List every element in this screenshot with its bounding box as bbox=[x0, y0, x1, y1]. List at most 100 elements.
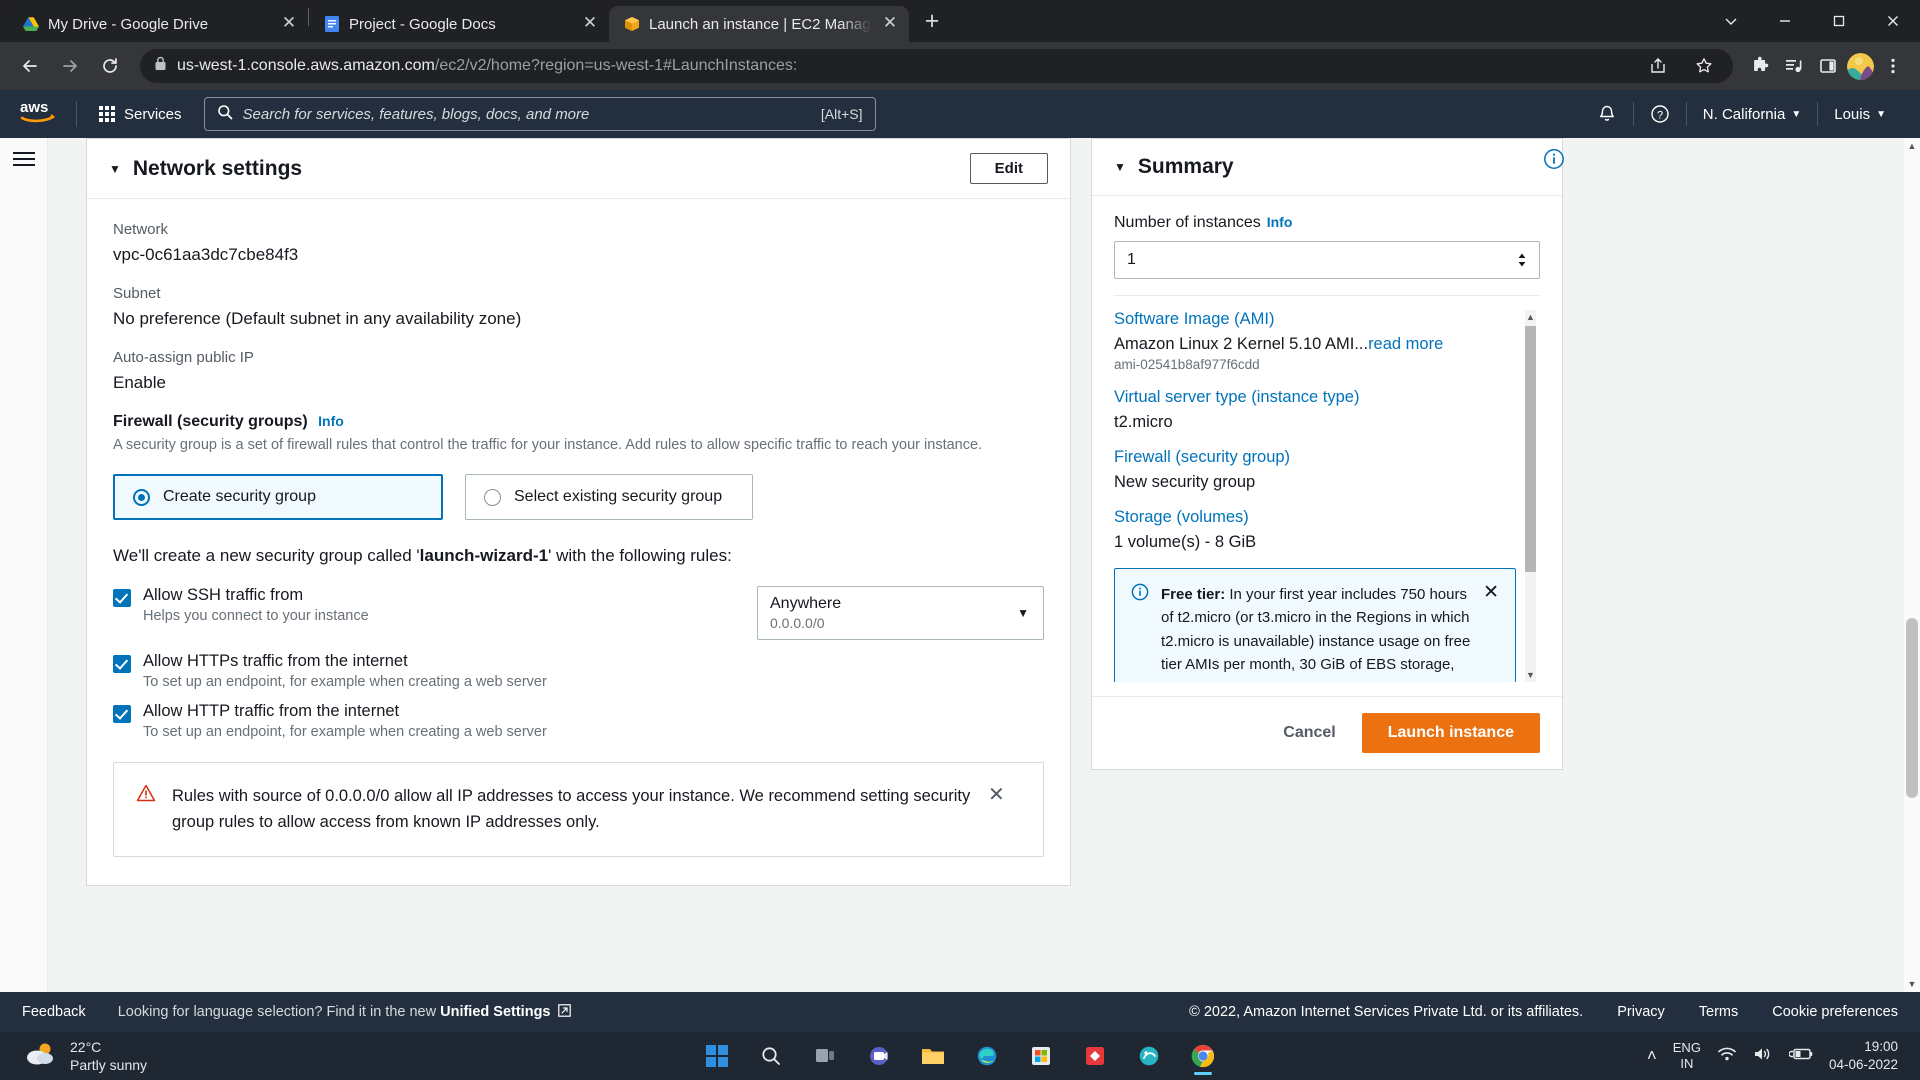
summary-link-storage[interactable]: Storage (volumes) bbox=[1114, 508, 1516, 527]
left-nav-rail bbox=[0, 138, 48, 992]
media-playlist-icon[interactable] bbox=[1779, 51, 1809, 81]
checkbox-checked-icon[interactable] bbox=[113, 705, 131, 723]
scroll-down-arrow-icon[interactable]: ▼ bbox=[1525, 668, 1536, 682]
tab-close-icon[interactable]: ✕ bbox=[280, 15, 298, 33]
number-of-instances-input[interactable]: 1 bbox=[1114, 241, 1540, 279]
teams-icon[interactable] bbox=[859, 1036, 899, 1076]
account-label: Louis bbox=[1834, 106, 1870, 123]
region-selector[interactable]: N. California ▼ bbox=[1687, 106, 1817, 123]
browser-tab-1[interactable]: Project - Google Docs ✕ bbox=[309, 6, 609, 42]
scroll-up-arrow-icon[interactable]: ▲ bbox=[1904, 138, 1920, 154]
ssh-source-select[interactable]: Anywhere 0.0.0.0/0 ▼ bbox=[757, 586, 1044, 640]
store-icon[interactable] bbox=[1021, 1036, 1061, 1076]
quantity-stepper[interactable] bbox=[1517, 252, 1527, 268]
ami-id: ami-02541b8af977f6cdd bbox=[1114, 357, 1516, 372]
cookie-preferences-link[interactable]: Cookie preferences bbox=[1772, 1004, 1898, 1020]
window-close-button[interactable] bbox=[1866, 0, 1920, 42]
partly-sunny-icon bbox=[24, 1041, 58, 1072]
weather-condition: Partly sunny bbox=[70, 1056, 147, 1074]
feedback-link[interactable]: Feedback bbox=[22, 1004, 86, 1020]
window-minimize-button[interactable] bbox=[1758, 0, 1812, 42]
radio-select-existing-security-group[interactable]: Select existing security group bbox=[465, 474, 753, 520]
radio-create-security-group[interactable]: Create security group bbox=[113, 474, 443, 520]
side-panel-icon[interactable] bbox=[1813, 51, 1843, 81]
summary-scrollbar[interactable]: ▲ ▼ bbox=[1525, 310, 1536, 682]
tab-close-icon[interactable]: ✕ bbox=[581, 15, 599, 33]
aws-logo[interactable]: aws bbox=[20, 99, 64, 130]
firewall-rules-list: Allow SSH traffic from Helps you connect… bbox=[113, 586, 1044, 740]
browser-tab-title: My Drive - Google Drive bbox=[48, 16, 271, 33]
tray-chevron-icon[interactable]: ˄ bbox=[1647, 1046, 1657, 1066]
unified-settings-link[interactable]: Unified Settings bbox=[440, 1004, 550, 1020]
extensions-puzzle-icon[interactable] bbox=[1745, 51, 1775, 81]
forward-button[interactable] bbox=[52, 48, 88, 84]
rule-subtitle: Helps you connect to your instance bbox=[143, 608, 727, 624]
window-chevron-icon[interactable] bbox=[1704, 0, 1758, 42]
collapse-caret-icon[interactable]: ▼ bbox=[109, 162, 121, 176]
notifications-bell-icon[interactable] bbox=[1581, 104, 1633, 124]
hamburger-menu-icon[interactable] bbox=[13, 152, 35, 992]
battery-charging-icon[interactable] bbox=[1789, 1046, 1813, 1067]
address-bar[interactable]: us-west-1.console.aws.amazon.com/ec2/v2/… bbox=[140, 49, 1733, 83]
close-icon[interactable]: ✕ bbox=[988, 785, 1005, 805]
tab-close-icon[interactable]: ✕ bbox=[881, 15, 899, 33]
checkbox-checked-icon[interactable] bbox=[113, 589, 131, 607]
scrollbar-thumb[interactable] bbox=[1525, 326, 1536, 572]
browser-tab-0[interactable]: My Drive - Google Drive ✕ bbox=[8, 6, 308, 42]
launch-instance-button[interactable]: Launch instance bbox=[1362, 713, 1540, 753]
language-indicator[interactable]: ENG IN bbox=[1673, 1040, 1701, 1073]
info-link[interactable]: Info bbox=[1267, 214, 1293, 230]
aws-search-bar[interactable]: Search for services, features, blogs, do… bbox=[204, 97, 876, 131]
window-maximize-button[interactable] bbox=[1812, 0, 1866, 42]
help-question-icon[interactable]: ? bbox=[1634, 104, 1686, 124]
taskbar-clock[interactable]: 19:00 04-06-2022 bbox=[1829, 1038, 1898, 1074]
chrome-icon[interactable] bbox=[1183, 1036, 1223, 1076]
browser-tab-2[interactable]: Launch an instance | EC2 Manage ✕ bbox=[609, 6, 909, 42]
tab-strip: My Drive - Google Drive ✕ Project - Goog… bbox=[0, 0, 1920, 42]
help-panel-icon[interactable] bbox=[1543, 148, 1565, 175]
search-icon[interactable] bbox=[751, 1036, 791, 1076]
summary-link-firewall[interactable]: Firewall (security group) bbox=[1114, 448, 1516, 467]
edge-icon[interactable] bbox=[967, 1036, 1007, 1076]
file-explorer-icon[interactable] bbox=[913, 1036, 953, 1076]
chrome-menu-icon[interactable] bbox=[1878, 51, 1908, 81]
app-red-icon[interactable] bbox=[1075, 1036, 1115, 1076]
scrollbar-thumb[interactable] bbox=[1906, 618, 1918, 798]
main-column: ▼ Network settings Edit Network vpc-0c61… bbox=[48, 138, 1920, 992]
collapse-caret-icon[interactable]: ▼ bbox=[1114, 160, 1126, 174]
profile-avatar[interactable] bbox=[1847, 53, 1874, 80]
scroll-down-arrow-icon[interactable]: ▼ bbox=[1904, 976, 1920, 992]
back-button[interactable] bbox=[12, 48, 48, 84]
share-icon[interactable] bbox=[1643, 51, 1673, 81]
summary-link-instance-type[interactable]: Virtual server type (instance type) bbox=[1114, 388, 1516, 407]
wifi-icon[interactable] bbox=[1717, 1046, 1737, 1067]
privacy-link[interactable]: Privacy bbox=[1617, 1004, 1665, 1020]
app-teal-icon[interactable] bbox=[1129, 1036, 1169, 1076]
read-more-link[interactable]: read more bbox=[1368, 335, 1443, 353]
edit-button[interactable]: Edit bbox=[970, 153, 1048, 184]
omnibox-actions bbox=[1631, 51, 1719, 81]
warning-triangle-icon bbox=[136, 783, 156, 808]
reload-button[interactable] bbox=[92, 48, 128, 84]
services-menu-button[interactable]: Services bbox=[89, 100, 192, 129]
close-icon[interactable]: ✕ bbox=[1483, 583, 1499, 602]
new-tab-button[interactable]: + bbox=[915, 6, 949, 40]
scroll-up-arrow-icon[interactable]: ▲ bbox=[1525, 310, 1536, 324]
volume-icon[interactable] bbox=[1753, 1046, 1773, 1067]
summary-link-ami[interactable]: Software Image (AMI) bbox=[1114, 310, 1516, 329]
info-circle-icon bbox=[1131, 583, 1149, 606]
aws-top-nav: aws Services Search for services, featur… bbox=[0, 90, 1920, 138]
summary-scroll-region: Software Image (AMI) Amazon Linux 2 Kern… bbox=[1114, 310, 1540, 682]
windows-start-icon[interactable] bbox=[697, 1036, 737, 1076]
info-link[interactable]: Info bbox=[318, 413, 344, 429]
bookmark-star-icon[interactable] bbox=[1689, 51, 1719, 81]
account-menu[interactable]: Louis ▼ bbox=[1818, 106, 1902, 123]
chevron-down-icon: ▼ bbox=[1876, 109, 1886, 120]
terms-link[interactable]: Terms bbox=[1699, 1004, 1738, 1020]
taskbar-weather-widget[interactable]: 22°C Partly sunny bbox=[10, 1038, 147, 1074]
cancel-button[interactable]: Cancel bbox=[1283, 724, 1335, 742]
weather-temperature: 22°C bbox=[70, 1038, 147, 1056]
task-view-icon[interactable] bbox=[805, 1036, 845, 1076]
page-scrollbar[interactable]: ▲ ▼ bbox=[1904, 138, 1920, 992]
checkbox-checked-icon[interactable] bbox=[113, 655, 131, 673]
